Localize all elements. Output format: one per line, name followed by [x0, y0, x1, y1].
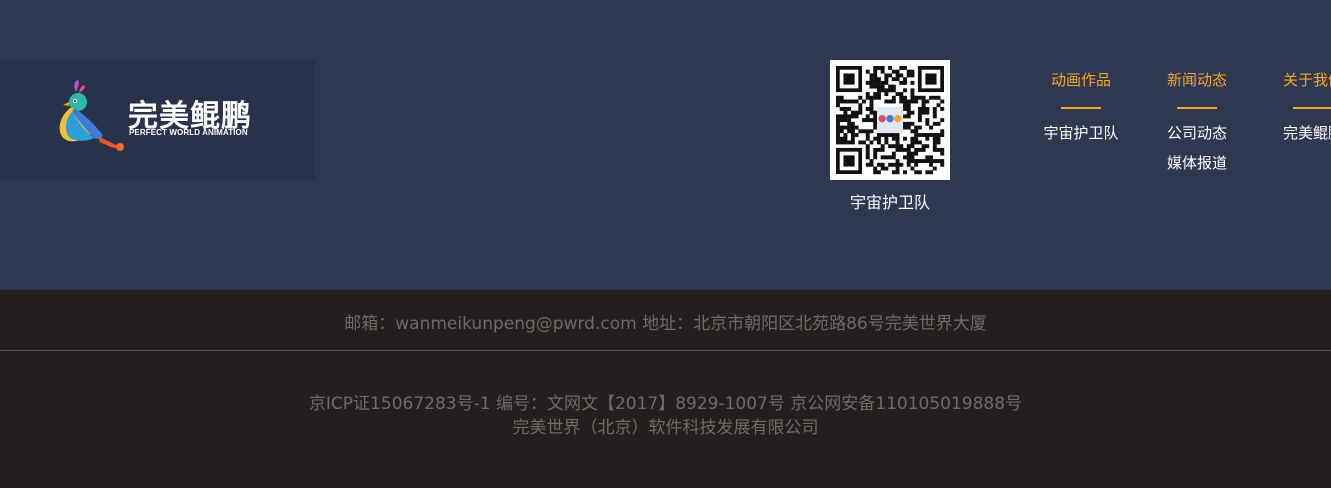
icp-info: 京ICP证15067283号-1 编号：文网文【2017】8929-1007号 … — [0, 392, 1331, 440]
nav-link-company-news[interactable]: 公司动态 — [1157, 118, 1237, 148]
nav-column-works: 动画作品 宇宙护卫队 — [1041, 70, 1121, 148]
contact-info: 邮箱：wanmeikunpeng@pwrd.com 地址：北京市朝阳区北苑路86… — [344, 314, 987, 334]
qr-code-icon — [836, 66, 945, 175]
nav-underline — [1061, 107, 1101, 109]
logo-english-text: PERFECT WORLD ANIMATION — [129, 128, 248, 137]
icp-line: 京ICP证15067283号-1 编号：文网文【2017】8929-1007号 … — [308, 394, 1023, 414]
nav-title-news[interactable]: 新闻动态 — [1157, 70, 1237, 91]
footer-divider — [0, 350, 1331, 351]
nav-link-media-reports[interactable]: 媒体报道 — [1157, 148, 1237, 178]
nav-link-space-guards[interactable]: 宇宙护卫队 — [1041, 118, 1121, 148]
nav-column-news: 新闻动态 公司动态 媒体报道 — [1157, 70, 1237, 178]
nav-title-works[interactable]: 动画作品 — [1041, 70, 1121, 91]
nav-underline — [1293, 107, 1331, 109]
qr-caption: 宇宙护卫队 — [849, 193, 930, 212]
bird-logo-icon — [59, 80, 124, 151]
nav-column-about: 关于我们 完美鲲鹏 — [1273, 70, 1331, 148]
nav-underline — [1177, 107, 1217, 109]
qr-code — [830, 60, 950, 180]
company-name: 完美世界（北京）软件科技发展有限公司 — [512, 418, 819, 438]
nav-title-about[interactable]: 关于我们 — [1273, 70, 1331, 91]
footer-top-section: 完美鲲鹏 PERFECT WORLD ANIMATION 宇宙护卫队 动画作品 … — [0, 0, 1331, 290]
nav-link-perfect-kunpeng[interactable]: 完美鲲鹏 — [1273, 118, 1331, 148]
